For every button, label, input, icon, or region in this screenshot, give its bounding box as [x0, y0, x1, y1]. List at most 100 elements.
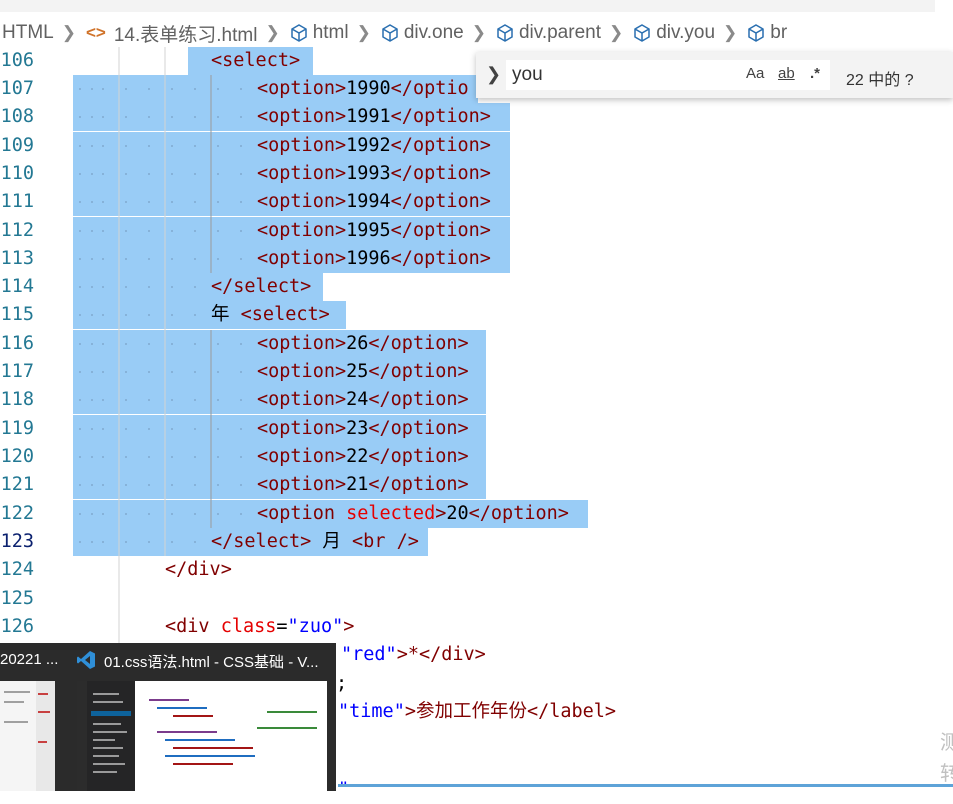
element-cube-icon	[748, 24, 765, 42]
code-token: <option>	[257, 135, 347, 156]
code-token: "	[338, 779, 350, 800]
code-token: </option>	[390, 163, 491, 184]
breadcrumb-item-div-one[interactable]: div.one ❯	[381, 22, 494, 44]
line-number: 113	[0, 248, 34, 269]
code-line[interactable]: 108 <option>1991</option>	[0, 103, 953, 131]
code-token: "time"	[338, 701, 405, 722]
code-token: <select>	[211, 50, 301, 71]
code-token: <option>	[257, 361, 347, 382]
match-whole-word-button[interactable]: ab	[778, 65, 795, 82]
code-token: ;	[336, 673, 348, 694]
code-line[interactable]: 117 <option>25</option>	[0, 358, 953, 386]
code-line[interactable]: 123 </select> 月 <br />	[0, 528, 953, 556]
code-line[interactable]: 119 <option>23</option>	[0, 415, 953, 443]
code-token: </option>	[390, 220, 491, 241]
code-token: </select>	[211, 531, 312, 552]
element-cube-icon	[290, 24, 307, 42]
breadcrumb-item-file[interactable]: <> 14.表单练习.html ❯	[86, 20, 288, 47]
breadcrumb-label: HTML	[2, 22, 54, 43]
code-token: 1991	[346, 106, 391, 127]
line-number: 108	[0, 106, 34, 127]
code-token: 月	[322, 531, 341, 552]
match-case-button[interactable]: Aa	[746, 65, 764, 82]
breadcrumb-item-div-you[interactable]: div.you ❯	[633, 22, 745, 44]
code-token: <option>	[257, 389, 347, 410]
code-token: <option>	[257, 446, 347, 467]
line-number: 114	[0, 276, 34, 297]
window-thumbnail-title[interactable]: 20221 ...	[0, 651, 60, 668]
code-token: >*</div>	[396, 644, 486, 665]
code-token: <option>	[257, 163, 347, 184]
line-number: 121	[0, 474, 34, 495]
line-number: 109	[0, 135, 34, 156]
code-token: 24	[346, 389, 369, 410]
code-token: >	[343, 616, 355, 637]
breadcrumb-label: div.you	[656, 22, 716, 43]
code-token: <option>	[257, 474, 347, 495]
code-token: "red"	[341, 644, 397, 665]
chevron-right-icon: ❯	[356, 23, 371, 42]
breadcrumb-label: div.parent	[518, 22, 601, 43]
line-number: 106	[0, 50, 34, 71]
code-line[interactable]: 116 <option>26</option>	[0, 330, 953, 358]
line-number: 122	[0, 503, 34, 524]
code-line[interactable]: 112 <option>1995</option>	[0, 217, 953, 245]
chevron-right-icon: ❯	[61, 23, 76, 42]
code-token: <option>	[257, 220, 347, 241]
code-token: <option>	[257, 418, 347, 439]
code-token: </option>	[390, 135, 491, 156]
code-token: </option>	[390, 248, 491, 269]
code-line[interactable]: 124 </div>	[0, 556, 953, 584]
code-line[interactable]: 115 年 <select>	[0, 301, 953, 329]
thumbnail-image	[0, 681, 55, 791]
code-token: 年	[211, 304, 230, 325]
code-line[interactable]: 118 <option>24</option>	[0, 386, 953, 414]
window-top-strip	[0, 0, 935, 12]
breadcrumb-label: br	[770, 22, 788, 43]
breadcrumb-label: div.one	[403, 22, 464, 43]
chevron-right-icon: ❯	[723, 23, 738, 42]
breadcrumb-item-html-lang[interactable]: HTML ❯	[2, 22, 84, 44]
code-line[interactable]: 114 </select>	[0, 273, 953, 301]
code-token: </option>	[390, 106, 491, 127]
code-token: <option>	[257, 248, 347, 269]
code-line[interactable]: 109 <option>1992</option>	[0, 132, 953, 160]
code-token: 1996	[346, 248, 391, 269]
line-number: 111	[0, 191, 34, 212]
code-line[interactable]: 110 <option>1993</option>	[0, 160, 953, 188]
code-token: "zuo"	[287, 616, 344, 637]
code-token: 22	[346, 446, 369, 467]
breadcrumb-item-div-parent[interactable]: div.parent ❯	[496, 22, 631, 44]
code-line[interactable]: 122 <option selected>20</option>	[0, 500, 953, 528]
line-number: 116	[0, 333, 34, 354]
code-line[interactable]: 113 <option>1996</option>	[0, 245, 953, 273]
code-token: <option	[257, 503, 335, 524]
element-cube-icon	[382, 24, 398, 42]
window-thumbnail-preview[interactable]	[77, 681, 327, 791]
code-token: 1990	[346, 78, 391, 99]
breadcrumb-item-html[interactable]: html ❯	[290, 22, 379, 44]
code-line[interactable]: 120 <option>22</option>	[0, 443, 953, 471]
code-line[interactable]: 125	[0, 585, 953, 613]
code-token: <div	[165, 616, 210, 637]
code-token: </div>	[165, 559, 232, 580]
code-token: 25	[346, 361, 369, 382]
code-token: >参加工作年份</label>	[404, 701, 617, 722]
element-cube-icon	[497, 24, 513, 42]
toggle-replace-chevron-icon[interactable]: ❯	[486, 64, 501, 85]
code-token: 1994	[346, 191, 391, 212]
find-result-count: 22 中的 ?	[846, 72, 914, 89]
code-token: </select>	[211, 276, 312, 297]
breadcrumb-item-br[interactable]: br	[747, 22, 787, 44]
code-line[interactable]: 111 <option>1994</option>	[0, 188, 953, 216]
code-line[interactable]: 126 <div class="zuo">	[0, 613, 953, 641]
line-number: 117	[0, 361, 34, 382]
window-thumbnail-title[interactable]: 01.css语法.html - CSS基础 - V...	[104, 651, 329, 672]
breadcrumb-label: 14.表单练习.html	[113, 24, 258, 46]
code-token: </option>	[368, 446, 469, 467]
window-thumbnail-preview[interactable]	[0, 681, 55, 791]
line-number: 123	[0, 531, 34, 552]
code-line[interactable]: 121 <option>21</option>	[0, 471, 953, 499]
use-regex-button[interactable]: .*	[810, 65, 820, 82]
code-token: </option>	[368, 418, 469, 439]
